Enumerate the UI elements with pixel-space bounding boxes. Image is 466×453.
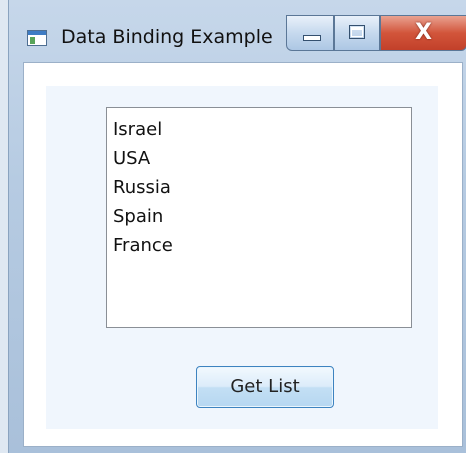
close-icon: X	[415, 20, 432, 45]
window-app-icon[interactable]	[27, 30, 47, 46]
list-item[interactable]: Spain	[113, 202, 411, 231]
maximize-button[interactable]	[334, 15, 380, 51]
app-icon-accent	[30, 37, 35, 44]
get-list-button[interactable]: Get List	[196, 366, 334, 408]
country-listbox[interactable]: Israel USA Russia Spain France	[106, 107, 412, 328]
list-item[interactable]: France	[113, 231, 411, 260]
content-panel: Israel USA Russia Spain France Get List	[46, 86, 438, 429]
minimize-icon	[303, 35, 321, 41]
window-title: Data Binding Example	[61, 26, 273, 48]
title-bar[interactable]: Data Binding Example X	[9, 0, 466, 62]
app-icon-bar	[28, 31, 46, 35]
maximize-icon	[349, 25, 365, 39]
minimize-button[interactable]	[286, 15, 334, 51]
list-item[interactable]: Russia	[113, 173, 411, 202]
close-button[interactable]: X	[380, 15, 466, 51]
window-frame: Data Binding Example X Israel USA Russia…	[8, 0, 466, 453]
list-item[interactable]: USA	[113, 144, 411, 173]
window-client-area: Israel USA Russia Spain France Get List	[23, 62, 463, 447]
list-item[interactable]: Israel	[113, 115, 411, 144]
